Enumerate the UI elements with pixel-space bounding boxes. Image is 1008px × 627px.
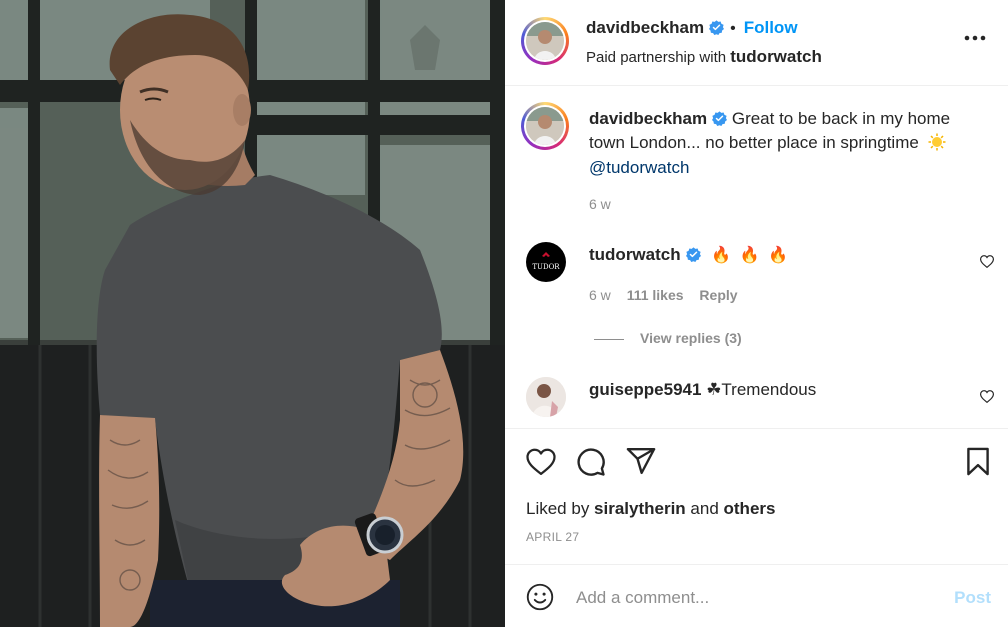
emoji-icon[interactable] — [526, 583, 554, 616]
post-detail-panel: davidbeckham • Follow Paid partnership wit… — [505, 0, 1008, 627]
caption: davidbeckham Great to be back in my home… — [505, 102, 1008, 222]
paid-partnership-prefix: Paid partnership with — [586, 49, 731, 66]
comments-section[interactable]: davidbeckham Great to be back in my home… — [505, 87, 1008, 427]
view-replies-label: View replies (3) — [640, 330, 742, 346]
commenter-avatar-image — [526, 377, 566, 417]
post-actions: Liked by siralytherin and others APRIL 2… — [505, 428, 1008, 563]
comment-item: TUDOR tudorwatch 🔥 🔥 🔥 6 w 111 likes Rep… — [505, 242, 1008, 352]
comment-text: 🔥 🔥 🔥 — [711, 247, 790, 264]
caption-mention[interactable]: @tudorwatch — [589, 157, 989, 179]
comment-text: ☘Tremendous — [706, 380, 817, 399]
commenter-username[interactable]: tudorwatch — [589, 245, 681, 264]
sun-emoji-icon — [928, 133, 946, 157]
comment-input[interactable]: Add a comment... — [576, 588, 709, 608]
caption-text-line-1: Great to be back in my home — [731, 109, 951, 128]
liked-by-user[interactable]: siralytherin — [594, 499, 686, 518]
comment-likes[interactable]: 111 likes — [627, 287, 684, 303]
share-icon[interactable] — [626, 447, 656, 480]
comment-like-heart-icon[interactable] — [979, 255, 995, 273]
partner-link[interactable]: tudorwatch — [730, 47, 822, 66]
commenter-avatar[interactable] — [526, 377, 566, 417]
post-comment-button[interactable]: Post — [954, 588, 991, 608]
post-photo[interactable] — [0, 0, 505, 627]
view-replies-button[interactable]: View replies (3) — [594, 330, 742, 346]
liked-by-and: and — [685, 499, 724, 518]
tudor-logo-icon: TUDOR — [532, 252, 560, 271]
comment-time[interactable]: 6 w — [589, 287, 611, 303]
bookmark-icon[interactable] — [966, 447, 990, 481]
header-separator: • — [730, 20, 736, 37]
author-username[interactable]: davidbeckham — [586, 18, 704, 37]
liked-by-text: Liked by siralytherin and others — [526, 499, 775, 519]
post-photo-illustration — [0, 0, 505, 627]
author-avatar-image — [526, 22, 564, 60]
comment-like-heart-icon[interactable] — [979, 390, 995, 408]
comment-item: guiseppe5941 ☘Tremendous — [505, 375, 1008, 427]
author-avatar[interactable] — [521, 17, 569, 65]
more-options-icon[interactable] — [964, 28, 986, 46]
caption-username[interactable]: davidbeckham — [589, 109, 707, 128]
caption-avatar[interactable] — [521, 102, 569, 150]
paid-partnership-label: Paid partnership with tudorwatch — [586, 47, 822, 67]
commenter-avatar[interactable]: TUDOR — [526, 242, 566, 282]
follow-button[interactable]: Follow — [744, 18, 798, 37]
heart-icon[interactable] — [526, 448, 556, 481]
verified-badge-icon — [709, 20, 725, 40]
liked-by-prefix: Liked by — [526, 499, 595, 518]
post-header: davidbeckham • Follow Paid partnership wit… — [505, 0, 1008, 86]
tudor-logo-text: TUDOR — [532, 263, 560, 271]
reply-button[interactable]: Reply — [699, 287, 737, 303]
caption-avatar-image — [526, 107, 564, 145]
verified-badge-icon — [685, 246, 701, 268]
commenter-username[interactable]: guiseppe5941 — [589, 380, 701, 399]
liked-by-others[interactable]: others — [724, 499, 776, 518]
verified-badge-icon — [712, 110, 728, 132]
comment-icon[interactable] — [576, 447, 606, 482]
post-date[interactable]: APRIL 27 — [526, 530, 579, 544]
caption-text-line-2: town London... no better place in spring… — [589, 133, 919, 152]
caption-time[interactable]: 6 w — [589, 196, 611, 212]
add-comment-bar: Add a comment... Post — [505, 564, 1008, 627]
